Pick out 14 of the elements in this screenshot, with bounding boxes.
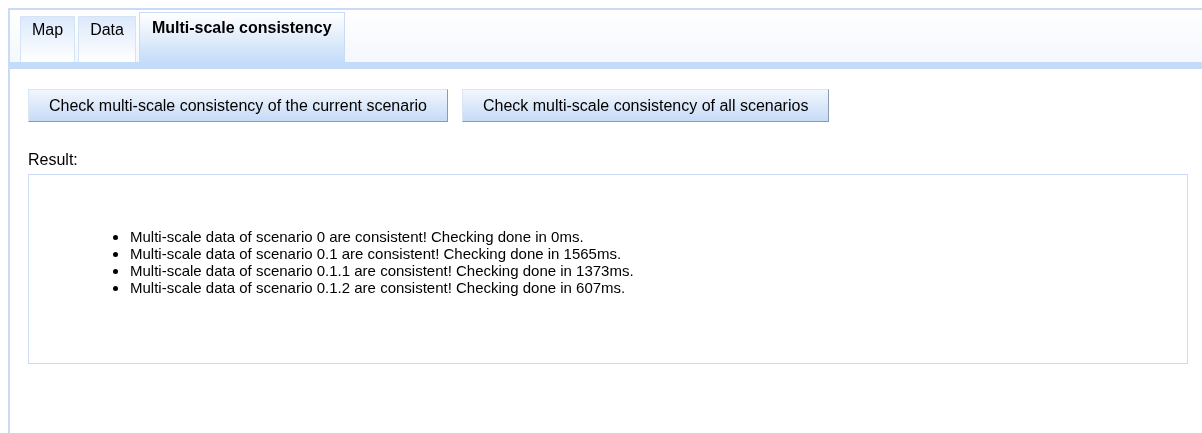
bullet-icon [113,269,118,274]
result-item: Multi-scale data of scenario 0 are consistent! Checking done in 0ms. [130,227,584,248]
tab[interactable]: Data [78,16,136,62]
result-item: Multi-scale data of scenario 0.1 are consistent! Checking done in 1565ms. [130,245,622,265]
result-label: Result: [28,150,79,170]
bullet-icon [113,252,118,257]
bullet-icon [113,235,118,240]
tab[interactable]: Map [20,16,76,62]
result-item: Multi-scale data of scenario 0.1.1 are consistent! Checking done in 1373ms. [130,262,634,282]
tab[interactable]: Multi-scale consistency [138,12,345,62]
result-item: Multi-scale data of scenario 0.1.2 are consistent! Checking done in 607ms. [130,279,626,299]
action-button[interactable]: Check multi-scale consistency of all scenarios [461,89,830,122]
bullet-icon [113,286,118,291]
action-button[interactable]: Check multi-scale consistency of the current scenario [28,89,448,122]
